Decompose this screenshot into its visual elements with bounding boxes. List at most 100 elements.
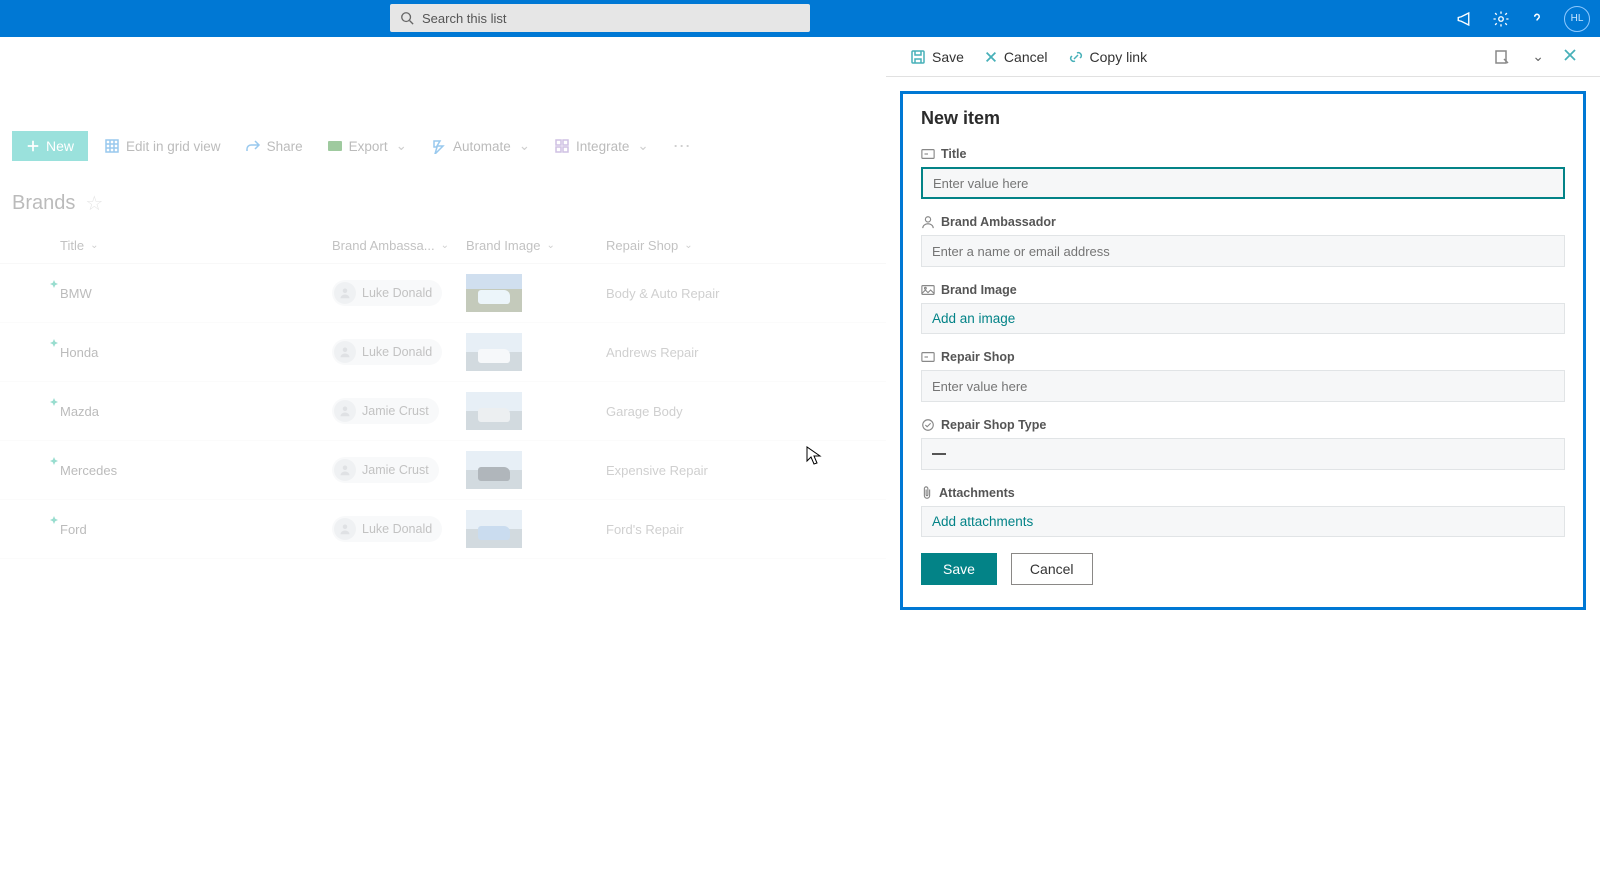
- image-thumbnail[interactable]: [466, 274, 522, 312]
- form-card: New item Title Brand Ambassador: [900, 91, 1586, 610]
- list-rows: BMW Luke Donald Body & Auto Repair Honda…: [0, 264, 886, 559]
- table-row[interactable]: Mercedes Jamie Crust Expensive Repair: [0, 441, 886, 500]
- field-label-ambassador: Brand Ambassador: [921, 215, 1565, 229]
- list-title: Brands: [12, 192, 75, 215]
- save-icon: [910, 49, 926, 65]
- favorite-star[interactable]: ☆: [85, 191, 103, 216]
- attachment-icon: [921, 486, 933, 500]
- edit-grid-button[interactable]: Edit in grid view: [96, 134, 229, 158]
- add-attachments-button[interactable]: Add attachments: [921, 506, 1565, 537]
- table-row[interactable]: Ford Luke Donald Ford's Repair: [0, 500, 886, 559]
- new-indicator-icon: [50, 280, 58, 288]
- cell-ambassador: Jamie Crust: [332, 398, 466, 424]
- panel-copylink-button[interactable]: Copy link: [1060, 45, 1156, 69]
- new-indicator-icon: [50, 457, 58, 465]
- image-thumbnail[interactable]: [466, 451, 522, 489]
- person-icon: [921, 215, 935, 229]
- cell-image: [466, 274, 606, 312]
- field-label-title: Title: [921, 147, 1565, 161]
- form-title: New item: [921, 108, 1565, 129]
- panel-cancel-button[interactable]: Cancel: [976, 45, 1056, 69]
- choice-icon: [921, 418, 935, 432]
- gear-icon[interactable]: [1492, 10, 1510, 28]
- form-save-button[interactable]: Save: [921, 553, 997, 585]
- col-shop[interactable]: Repair Shop⌄: [606, 238, 878, 253]
- panel-close-button[interactable]: [1556, 43, 1584, 70]
- cell-image: [466, 392, 606, 430]
- close-icon: [984, 50, 998, 64]
- image-thumbnail[interactable]: [466, 333, 522, 371]
- avatar-icon: [334, 341, 356, 363]
- cell-ambassador: Luke Donald: [332, 339, 466, 365]
- cell-shop: Andrews Repair: [606, 345, 878, 360]
- col-ambassador[interactable]: Brand Ambassa...⌄: [332, 238, 466, 253]
- cell-ambassador: Luke Donald: [332, 516, 466, 542]
- cell-shop: Ford's Repair: [606, 522, 878, 537]
- text-field-icon: [921, 148, 935, 160]
- automate-button[interactable]: Automate⌄: [423, 134, 538, 158]
- new-button[interactable]: New: [12, 131, 88, 161]
- field-label-attachments: Attachments: [921, 486, 1565, 500]
- search-input[interactable]: Search this list: [390, 4, 810, 32]
- share-icon: [245, 138, 261, 154]
- cell-title: Ford: [60, 522, 332, 537]
- cell-shop: Expensive Repair: [606, 463, 878, 478]
- cell-image: [466, 451, 606, 489]
- col-title[interactable]: Title⌄: [60, 238, 332, 253]
- image-thumbnail[interactable]: [466, 510, 522, 548]
- cell-shop: Body & Auto Repair: [606, 286, 878, 301]
- avatar-icon: [334, 459, 356, 481]
- col-image[interactable]: Brand Image⌄: [466, 238, 606, 253]
- search-icon: [400, 11, 414, 25]
- list-title-bar: Brands ☆: [0, 169, 886, 224]
- cell-ambassador: Luke Donald: [332, 280, 466, 306]
- side-panel: Save Cancel Copy link ⌄ New item: [886, 37, 1600, 888]
- cell-title: Mercedes: [60, 463, 332, 478]
- help-icon[interactable]: [1528, 10, 1546, 28]
- form-icon: [1494, 49, 1510, 65]
- more-button[interactable]: ⋯: [665, 132, 701, 161]
- field-label-shop: Repair Shop: [921, 350, 1565, 364]
- table-row[interactable]: Mazda Jamie Crust Garage Body: [0, 382, 886, 441]
- integrate-icon: [554, 138, 570, 154]
- text-field-icon: [921, 351, 935, 363]
- edit-form-button[interactable]: [1486, 45, 1518, 69]
- field-label-image: Brand Image: [921, 283, 1565, 297]
- table-row[interactable]: BMW Luke Donald Body & Auto Repair: [0, 264, 886, 323]
- suite-bar: Search this list HL: [0, 0, 1600, 37]
- avatar-icon: [334, 518, 356, 540]
- export-button[interactable]: Export⌄: [319, 134, 415, 158]
- share-button[interactable]: Share: [237, 134, 311, 158]
- new-indicator-icon: [50, 339, 58, 347]
- title-input[interactable]: [921, 167, 1565, 199]
- integrate-button[interactable]: Integrate⌄: [546, 134, 657, 158]
- add-image-button[interactable]: Add an image: [921, 303, 1565, 334]
- shop-input[interactable]: [921, 370, 1565, 402]
- list-toolbar: New Edit in grid view Share Export⌄ Auto…: [0, 123, 886, 169]
- main-content: New Edit in grid view Share Export⌄ Auto…: [0, 37, 886, 888]
- cell-title: Mazda: [60, 404, 332, 419]
- cell-title: Honda: [60, 345, 332, 360]
- person-chip[interactable]: Jamie Crust: [332, 398, 439, 424]
- panel-save-button[interactable]: Save: [902, 45, 972, 69]
- table-row[interactable]: Honda Luke Donald Andrews Repair: [0, 323, 886, 382]
- megaphone-icon[interactable]: [1456, 10, 1474, 28]
- cell-title: BMW: [60, 286, 332, 301]
- person-chip[interactable]: Luke Donald: [332, 280, 442, 306]
- avatar-icon: [334, 282, 356, 304]
- new-indicator-icon: [50, 516, 58, 524]
- new-indicator-icon: [50, 398, 58, 406]
- column-headers: Title⌄ Brand Ambassa...⌄ Brand Image⌄ Re…: [0, 224, 886, 264]
- excel-icon: [327, 138, 343, 154]
- person-chip[interactable]: Luke Donald: [332, 339, 442, 365]
- shop-type-select[interactable]: [921, 438, 1565, 470]
- image-thumbnail[interactable]: [466, 392, 522, 430]
- user-avatar[interactable]: HL: [1564, 6, 1590, 32]
- search-placeholder: Search this list: [422, 11, 507, 26]
- ambassador-input[interactable]: [921, 235, 1565, 267]
- field-label-shop-type: Repair Shop Type: [921, 418, 1565, 432]
- person-chip[interactable]: Luke Donald: [332, 516, 442, 542]
- form-cancel-button[interactable]: Cancel: [1011, 553, 1093, 585]
- person-chip[interactable]: Jamie Crust: [332, 457, 439, 483]
- form-dropdown[interactable]: ⌄: [1522, 44, 1552, 69]
